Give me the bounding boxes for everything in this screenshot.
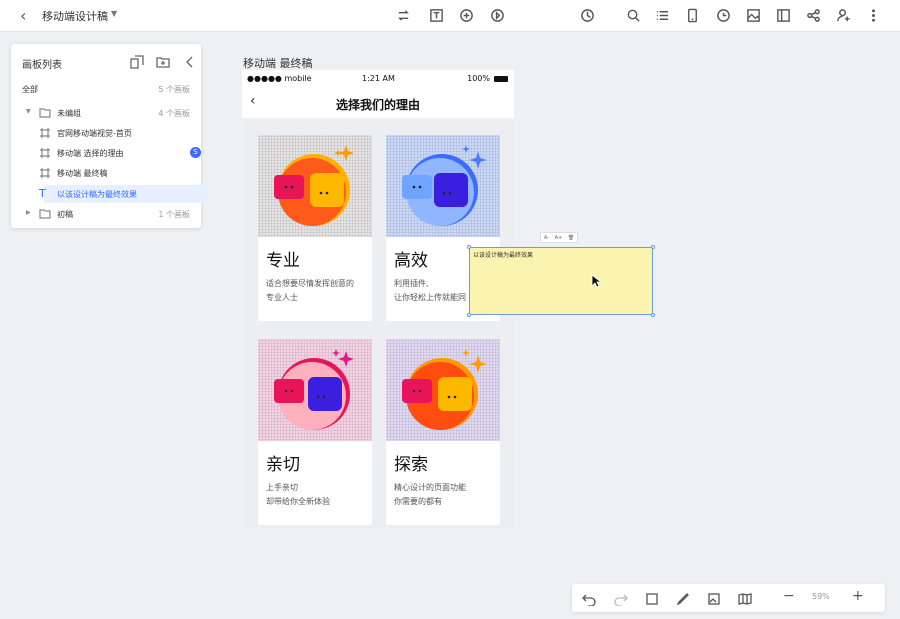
nav-title: 选择我们的理由 bbox=[335, 98, 420, 112]
card-illustration bbox=[258, 339, 372, 441]
card-heading: 专业 bbox=[266, 251, 300, 271]
text-box-icon[interactable] bbox=[427, 6, 445, 24]
nav-bar: ‹ 选择我们的理由 bbox=[242, 88, 514, 116]
image-tool-icon[interactable] bbox=[707, 591, 721, 605]
reason-card[interactable]: 专业 适合想要尽情发挥创意的 专业人士 bbox=[258, 135, 372, 321]
battery-percent: 100% bbox=[467, 74, 490, 83]
card-description: 适合想要尽情发挥创意的 专业人士 bbox=[266, 277, 370, 305]
folder-icon bbox=[39, 107, 51, 119]
card-desc-line: 适合想要尽情发挥创意的 bbox=[266, 279, 354, 288]
artboard-row[interactable]: 官网移动端视觉-首页 bbox=[11, 124, 201, 142]
artboard-icon bbox=[39, 167, 51, 179]
artboard-icon bbox=[39, 127, 51, 139]
collapse-panel-icon[interactable] bbox=[183, 54, 197, 68]
card-heading: 探索 bbox=[394, 455, 428, 475]
note-toolbar: A- A+ 🗑 bbox=[540, 232, 578, 243]
reason-card[interactable]: 探索 精心设计的页面功能 你需要的都有 bbox=[386, 339, 500, 525]
collaborator-avatar: S bbox=[190, 147, 201, 158]
document-title[interactable]: 移动端设计稿 bbox=[42, 8, 108, 24]
redo-icon[interactable] bbox=[614, 591, 628, 607]
group-count: 1 个画板 bbox=[158, 210, 190, 219]
add-user-icon[interactable] bbox=[834, 6, 852, 24]
new-folder-icon[interactable] bbox=[156, 54, 170, 68]
caret-down-icon[interactable]: ▼ bbox=[111, 9, 117, 18]
history-icon[interactable] bbox=[578, 6, 596, 24]
search-icon[interactable] bbox=[624, 6, 642, 24]
card-desc-line: 你需要的都有 bbox=[394, 497, 442, 506]
resize-handle[interactable] bbox=[651, 245, 655, 249]
reason-card[interactable]: 亲切 上手亲切 却带给你全新体验 bbox=[258, 339, 372, 525]
card-illustration bbox=[386, 135, 500, 237]
mobile-icon[interactable] bbox=[683, 6, 701, 24]
play-icon[interactable] bbox=[488, 6, 506, 24]
artboard-list-panel: 画板列表 全部 5 个画板 ▼ 未编组 4 个画板 官网移动端视觉-首页 移动端… bbox=[11, 44, 207, 228]
group-count: 4 个画板 bbox=[158, 109, 190, 118]
card-heading: 亲切 bbox=[266, 455, 300, 475]
undo-icon[interactable] bbox=[582, 591, 596, 607]
all-count: 5 个画板 bbox=[158, 85, 190, 94]
bottom-toolbar: − 59% + bbox=[572, 584, 885, 612]
card-desc-line: 精心设计的页面功能 bbox=[394, 483, 466, 492]
card-illustration bbox=[258, 135, 372, 237]
card-description: 精心设计的页面功能 你需要的都有 bbox=[394, 481, 498, 509]
artboard-label: 移动端 最终稿 bbox=[57, 169, 108, 178]
swap-icon[interactable] bbox=[394, 6, 412, 24]
text-layer-icon: T bbox=[39, 187, 46, 200]
group-label: 未编组 bbox=[57, 109, 81, 118]
card-illustration bbox=[386, 339, 500, 441]
card-heading: 高效 bbox=[394, 251, 428, 271]
rectangle-tool-icon[interactable] bbox=[645, 591, 659, 605]
carrier-signal: ●●●●● mobile bbox=[247, 74, 312, 83]
card-desc-line: 上手亲切 bbox=[266, 483, 298, 492]
folder-icon bbox=[39, 208, 51, 220]
top-toolbar: ‹ 移动端设计稿 ▼ bbox=[0, 0, 900, 32]
expand-arrow-icon[interactable]: ▶ bbox=[26, 209, 31, 216]
text-layer-row-selected[interactable]: T 以该设计稿为最终效果 bbox=[39, 185, 207, 203]
map-icon[interactable] bbox=[738, 591, 752, 605]
artboard-title[interactable]: 移动端 最终稿 bbox=[243, 55, 313, 71]
list-icon[interactable] bbox=[653, 6, 671, 24]
resize-handle[interactable] bbox=[467, 313, 471, 317]
zoom-out-button[interactable]: − bbox=[783, 588, 795, 604]
panel-title: 画板列表 bbox=[22, 60, 62, 71]
artboard-label: 官网移动端视觉-首页 bbox=[57, 129, 132, 138]
decrease-font-button[interactable]: A- bbox=[544, 235, 549, 241]
group-label: 初稿 bbox=[57, 210, 73, 219]
card-desc-line: 却带给你全新体验 bbox=[266, 497, 330, 506]
resize-handle[interactable] bbox=[467, 245, 471, 249]
card-description: 上手亲切 却带给你全新体验 bbox=[266, 481, 370, 509]
image-icon[interactable] bbox=[744, 6, 762, 24]
battery-icon bbox=[494, 76, 508, 82]
resize-handle[interactable] bbox=[651, 313, 655, 317]
group-row-draft[interactable]: ▶ 初稿 1 个画板 bbox=[11, 205, 201, 223]
add-circle-icon[interactable] bbox=[457, 6, 475, 24]
layout-icon[interactable] bbox=[774, 6, 792, 24]
status-time: 1:21 AM bbox=[362, 74, 395, 83]
group-row-ungrouped[interactable]: ▼ 未编组 4 个画板 bbox=[11, 104, 201, 122]
back-icon[interactable]: ‹ bbox=[20, 6, 26, 25]
mouse-cursor-icon bbox=[591, 274, 601, 288]
more-icon[interactable] bbox=[864, 6, 882, 24]
expand-arrow-icon[interactable]: ▼ bbox=[26, 108, 31, 115]
new-artboard-icon[interactable] bbox=[130, 54, 144, 69]
text-layer-label: 以该设计稿为最终效果 bbox=[57, 190, 137, 199]
all-artboards-row[interactable]: 全部 5 个画板 bbox=[11, 80, 201, 98]
artboard-icon bbox=[39, 147, 51, 159]
share-icon[interactable] bbox=[804, 6, 822, 24]
card-desc-line: 专业人士 bbox=[266, 293, 298, 302]
pen-tool-icon[interactable] bbox=[676, 591, 690, 606]
note-text[interactable]: 以该设计稿为最终效果 bbox=[473, 250, 533, 259]
all-label: 全部 bbox=[22, 85, 38, 94]
artboard-label: 移动端 选择的理由 bbox=[57, 149, 124, 158]
phone-header: ●●●●● mobile 1:21 AM 100% ‹ 选择我们的理由 bbox=[242, 70, 514, 118]
clock-icon[interactable] bbox=[714, 6, 732, 24]
artboard-row[interactable]: 移动端 选择的理由 S bbox=[11, 144, 201, 162]
status-bar: ●●●●● mobile 1:21 AM 100% bbox=[242, 70, 514, 88]
zoom-in-button[interactable]: + bbox=[852, 588, 864, 604]
delete-icon[interactable]: 🗑 bbox=[568, 235, 574, 241]
increase-font-button[interactable]: A+ bbox=[555, 235, 563, 241]
zoom-level[interactable]: 59% bbox=[812, 592, 830, 601]
text-note[interactable]: 以该设计稿为最终效果 bbox=[467, 245, 655, 317]
artboard-row[interactable]: 移动端 最终稿 bbox=[11, 164, 201, 182]
